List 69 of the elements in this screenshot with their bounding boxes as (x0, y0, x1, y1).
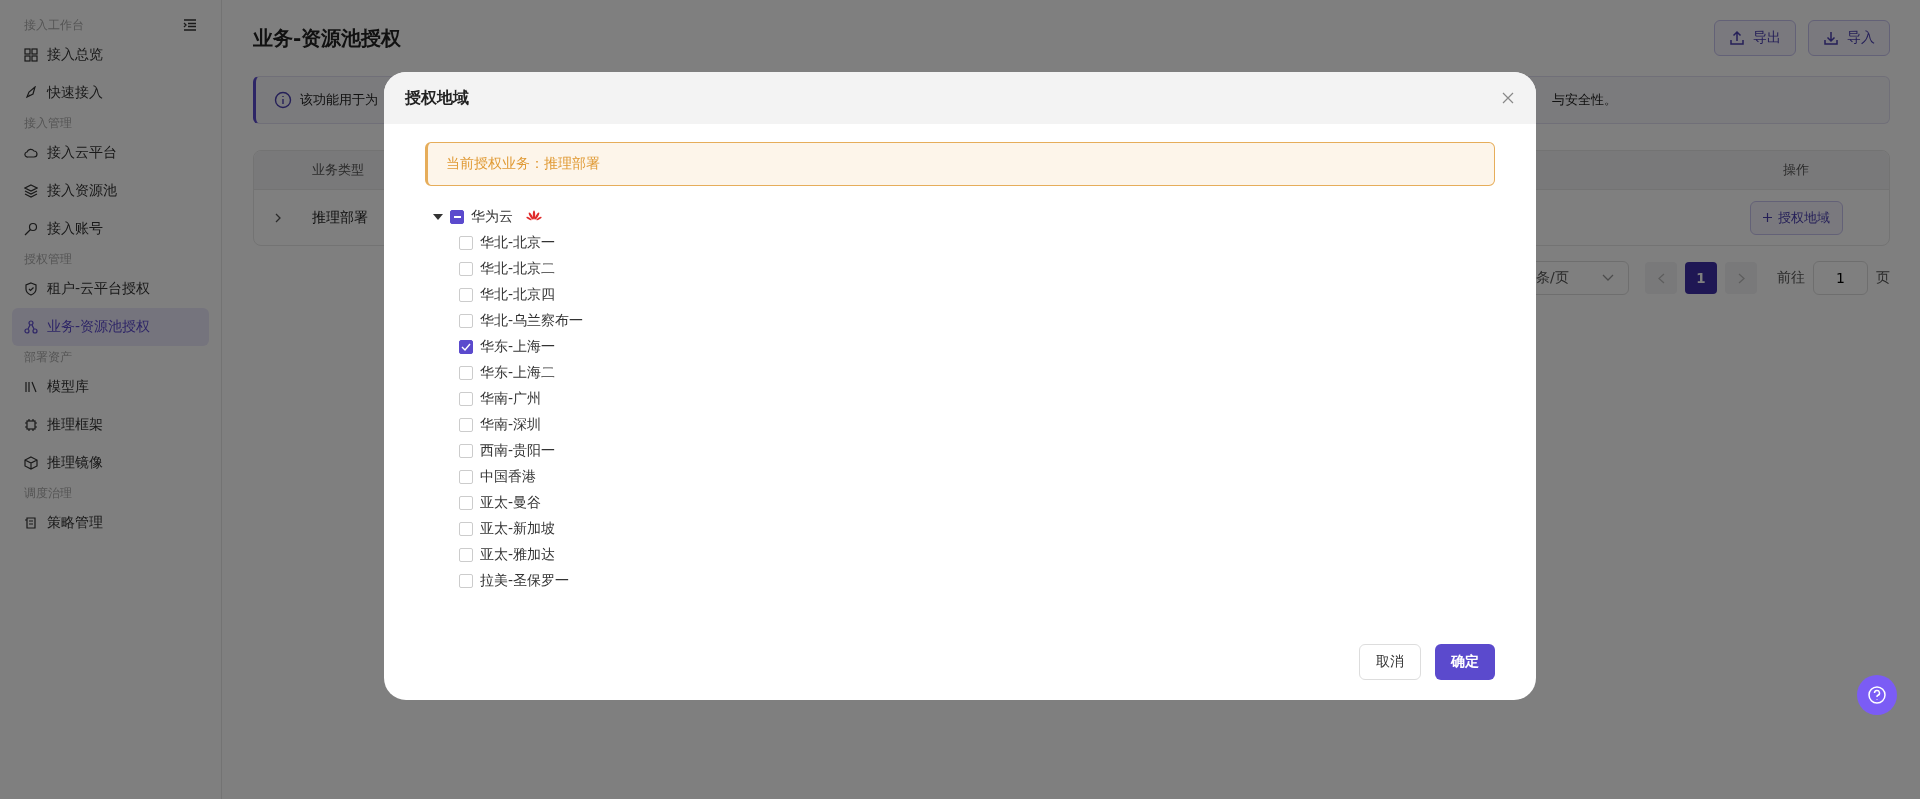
goto-page-field[interactable]: 1 (1813, 261, 1868, 295)
tree-item-label: 西南-贵阳一 (480, 442, 556, 460)
page-number[interactable]: 1 (1685, 262, 1717, 294)
chevron-right-icon (1737, 272, 1745, 284)
page-suffix: 页 (1876, 269, 1890, 287)
table-cell-text: 推理部署 (311, 208, 369, 227)
grid-icon (24, 48, 38, 62)
tree-item-label: 华北-乌兰察布一 (480, 312, 584, 330)
sidebar-item[interactable]: 接入云平台 (12, 134, 209, 172)
help-icon (1867, 685, 1887, 705)
info-text: 与安全性。 (1552, 91, 1617, 109)
sidebar-item[interactable]: 接入资源池 (12, 172, 209, 210)
plus-icon (1762, 213, 1772, 222)
sidebar-item[interactable]: 模型库 (12, 368, 209, 406)
column-header: 操作 (1782, 161, 1810, 179)
tree-item-label: 华北-北京四 (480, 286, 556, 304)
chevron-left-icon (1657, 272, 1665, 284)
download-icon (1823, 30, 1839, 46)
caret-icon[interactable] (433, 214, 443, 220)
export-button[interactable]: 导出 (1714, 20, 1796, 56)
info-text: 该功能用于为 (300, 91, 378, 109)
upload-icon (1729, 30, 1745, 46)
goto-label: 前往 (1777, 269, 1805, 287)
dialog-title: 授权地域 (405, 87, 469, 109)
page-title: 业务-资源池授权 (253, 24, 402, 52)
shield-icon (24, 282, 38, 296)
cube-icon (24, 456, 38, 470)
books-icon (24, 380, 38, 394)
tree-item-label: 中国香港 (480, 468, 536, 486)
network-icon (24, 320, 38, 334)
menu-toggle-icon[interactable] (183, 19, 197, 31)
notice-text: 当前授权业务：推理部署 (446, 155, 600, 173)
tree-item-label: 华东-上海一 (480, 338, 556, 356)
previous-page-button[interactable] (1645, 262, 1677, 294)
cancel-button[interactable]: 取消 (1359, 644, 1421, 680)
cloud-icon (24, 146, 38, 160)
authorize-region-button[interactable]: 授权地域 (1749, 200, 1843, 235)
sidebar-item[interactable]: 业务-资源池授权 (12, 308, 209, 346)
checkbox[interactable] (450, 210, 464, 224)
tree-item-label: 华为云 (471, 208, 513, 226)
confirm-button[interactable]: 确定 (1435, 644, 1495, 680)
column-header: 业务类型 (311, 161, 365, 179)
tree-item-label: 亚太-新加坡 (480, 520, 556, 538)
chip-icon (24, 418, 38, 432)
checkbox[interactable] (459, 340, 473, 354)
tree-item-label: 华南-深圳 (480, 416, 542, 434)
sidebar-item[interactable]: 推理镜像 (12, 444, 209, 482)
sidebar-item[interactable]: 策略管理 (12, 504, 209, 542)
tree-item-label: 拉美-圣保罗一 (480, 572, 570, 590)
document-icon (24, 516, 38, 530)
tree-item-label: 华北-北京一 (480, 234, 556, 252)
sidebar-item[interactable]: 接入账号 (12, 210, 209, 248)
sidebar-item[interactable]: 租户-云平台授权 (12, 270, 209, 308)
chevron-down-icon (1602, 274, 1614, 282)
sidebar-item[interactable]: 快速接入 (12, 74, 209, 112)
tree-item-label: 华北-北京二 (480, 260, 556, 278)
sidebar-item[interactable]: 接入总览 (12, 36, 209, 74)
tree-item-label: 亚太-雅加达 (480, 546, 556, 564)
tree-item-label: 华南-广州 (480, 390, 542, 408)
tree-item-label: 亚太-曼谷 (480, 494, 542, 512)
import-button[interactable]: 导入 (1808, 20, 1890, 56)
layers-icon (24, 184, 38, 198)
info-icon (274, 91, 292, 109)
sidebar-item[interactable]: 推理框架 (12, 406, 209, 444)
tree-item-label: 华东-上海二 (480, 364, 556, 382)
help-button[interactable] (1857, 675, 1897, 715)
expand-chevron-icon[interactable] (274, 211, 282, 224)
next-page-button[interactable] (1725, 262, 1757, 294)
close-icon[interactable] (1502, 92, 1514, 104)
